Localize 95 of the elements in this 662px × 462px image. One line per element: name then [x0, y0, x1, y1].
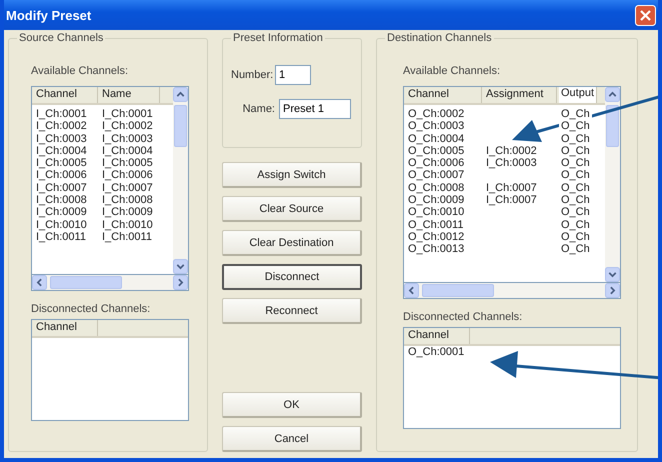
field-label: Name: — [242, 103, 275, 115]
table-cell-text: I_Ch:0007 — [101, 182, 154, 194]
column-header[interactable]: Name — [98, 87, 160, 103]
table-cell: O_Ch — [559, 182, 592, 194]
scroll-right-icon[interactable] — [173, 275, 188, 290]
table-cell-text: I_Ch:0010 — [101, 218, 154, 231]
table-cell-text: O_Ch:0010 — [407, 206, 466, 219]
table-cell-text: I_Ch:0006 — [35, 169, 88, 182]
name-field[interactable]: Preset 1 — [279, 99, 351, 119]
horizontal-scrollbar[interactable] — [403, 283, 621, 299]
disconnected-list[interactable]: Channel — [31, 319, 189, 421]
column-header[interactable]: Output — [559, 87, 598, 103]
table-cell-text: O_Ch:0002 — [407, 108, 466, 120]
table-cell-text: I_Ch:0008 — [35, 194, 88, 206]
table-cell-text: I_Ch:0002 — [35, 120, 88, 133]
table-cell: O_Ch — [559, 144, 592, 158]
table-cell-text: I_Ch:0007 — [485, 182, 538, 194]
list-label: Available Channels: — [403, 65, 502, 77]
table-cell-text: I_Ch:0011 — [101, 230, 153, 244]
table-cell-text: I_Ch:0002 — [485, 144, 538, 158]
table-cell-text: O_Ch:0001 — [407, 346, 466, 358]
table-cell: O_Ch — [559, 194, 592, 206]
window-title: Modify Preset — [6, 8, 92, 22]
close-icon[interactable] — [635, 4, 656, 26]
scroll-down-icon[interactable] — [605, 267, 620, 282]
scroll-down-icon[interactable] — [173, 259, 188, 274]
column-header[interactable]: Channel — [404, 87, 482, 103]
scroll-left-icon[interactable] — [32, 275, 47, 290]
scroll-thumb[interactable] — [422, 284, 494, 297]
table-cell-text: I_Ch:0009 — [35, 206, 88, 219]
dialog-button[interactable]: OK — [222, 392, 362, 418]
table-cell-text: I_Ch:0006 — [101, 169, 154, 182]
table-cell-text: I_Ch:0007 — [485, 194, 538, 206]
group-title: Destination Channels — [385, 32, 494, 44]
disconnected-list[interactable]: Channel O_Ch:0001 — [403, 327, 621, 429]
scroll-thumb[interactable] — [606, 105, 619, 147]
column-header[interactable]: Channel — [32, 87, 98, 103]
table-cell-text: O_Ch:0011 — [407, 218, 464, 231]
scroll-up-icon[interactable] — [173, 87, 188, 102]
table-cell-text: I_Ch:0010 — [35, 218, 88, 231]
table-cell: O_Ch — [559, 132, 592, 145]
scroll-thumb[interactable] — [174, 105, 187, 147]
table-cell: O_Ch — [559, 157, 592, 170]
table-cell-text: I_Ch:0001 — [35, 108, 88, 120]
scroll-right-icon[interactable] — [605, 283, 620, 298]
table-cell-text: I_Ch:0003 — [35, 132, 88, 145]
table-cell: O_Ch — [559, 120, 592, 133]
horizontal-scrollbar[interactable] — [31, 275, 189, 291]
action-button[interactable]: Clear Source — [222, 196, 362, 222]
table-cell-text: I_Ch:0003 — [101, 132, 154, 145]
scroll-thumb[interactable] — [50, 276, 122, 289]
dialog-button[interactable]: Cancel — [222, 426, 362, 452]
table-cell: O_Ch — [559, 218, 592, 231]
table-cell-text: I_Ch:0003 — [485, 157, 538, 170]
field-label: Number: — [231, 69, 271, 81]
table-cell: O_Ch — [559, 243, 592, 256]
vertical-scrollbar[interactable] — [605, 87, 620, 282]
scroll-left-icon[interactable] — [404, 283, 419, 298]
group-title: Source Channels — [17, 32, 106, 44]
table-cell-text: O_Ch:0012 — [407, 230, 466, 244]
group-title: Preset Information — [231, 32, 325, 44]
table-cell-text: O_Ch:0004 — [407, 132, 466, 145]
scroll-up-icon[interactable] — [605, 87, 620, 102]
table-cell-text: I_Ch:0008 — [101, 194, 154, 206]
table-cell-text: O_Ch:0006 — [407, 157, 466, 170]
channel-list[interactable] — [403, 86, 621, 283]
table-cell-text: I_Ch:0004 — [35, 144, 88, 158]
table-cell-text: I_Ch:0004 — [101, 144, 154, 158]
table-cell: O_Ch — [559, 230, 592, 244]
action-button[interactable]: Reconnect — [222, 298, 362, 324]
vertical-scrollbar[interactable] — [173, 87, 188, 274]
table-cell-text: O_Ch:0007 — [407, 169, 466, 182]
table-cell: O_Ch — [559, 108, 592, 120]
table-cell: O_Ch — [559, 206, 592, 219]
table-cell-text: O_Ch:0008 — [407, 182, 466, 194]
action-button[interactable]: Assign Switch — [222, 162, 362, 188]
table-cell-text: I_Ch:0007 — [35, 182, 88, 194]
table-cell-text: I_Ch:0001 — [101, 108, 154, 120]
list-label: Disconnected Channels: — [31, 303, 152, 315]
column-header[interactable]: Assignment — [482, 87, 557, 103]
table-cell-text: I_Ch:0009 — [101, 206, 154, 219]
list-label: Available Channels: — [31, 65, 130, 77]
table-cell-text: I_Ch:0005 — [101, 157, 154, 170]
table-cell-text: I_Ch:0002 — [101, 120, 154, 133]
table-cell-text: O_Ch:0003 — [407, 120, 466, 133]
list-label: Disconnected Channels: — [403, 311, 524, 323]
number-field[interactable]: 1 — [275, 65, 311, 85]
table-cell-text: O_Ch:0013 — [407, 243, 466, 256]
action-button[interactable]: Disconnect — [222, 264, 362, 290]
table-cell-text: I_Ch:0011 — [35, 230, 87, 244]
table-cell-text: I_Ch:0005 — [35, 157, 88, 170]
table-cell-text: O_Ch:0009 — [407, 194, 466, 206]
table-cell: O_Ch — [559, 169, 592, 182]
table-cell-text: O_Ch:0005 — [407, 144, 466, 158]
action-button[interactable]: Clear Destination — [222, 230, 362, 256]
